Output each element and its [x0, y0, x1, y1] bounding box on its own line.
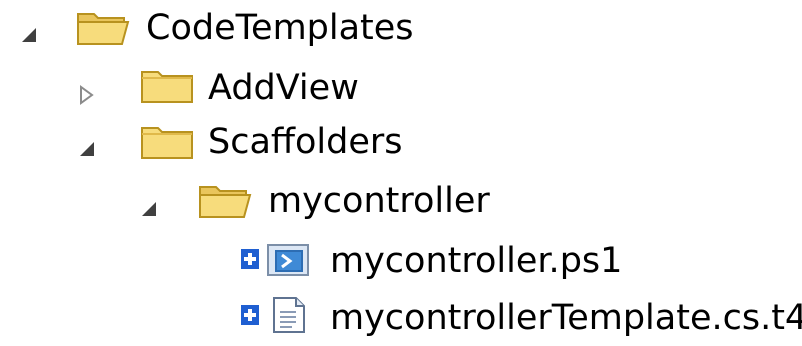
tree-node-label: mycontrollerTemplate.cs.t4 [330, 298, 802, 338]
tree-node-label: mycontroller [268, 181, 490, 221]
expanded-arrow-icon[interactable] [18, 24, 40, 46]
folder-closed-icon [141, 71, 193, 103]
tree-node-label: Scaffolders [208, 122, 403, 162]
collapsed-arrow-icon[interactable] [76, 84, 98, 106]
text-file-icon [273, 297, 305, 333]
source-control-add-icon [241, 305, 259, 325]
folder-open-icon [77, 13, 130, 45]
folder-open-icon [199, 186, 252, 218]
expanded-arrow-icon[interactable] [138, 198, 160, 220]
folder-closed-icon [141, 127, 193, 159]
tree-node-label: CodeTemplates [146, 8, 414, 48]
tree-node-label: mycontroller.ps1 [330, 241, 623, 281]
powershell-file-icon [267, 244, 309, 276]
tree-node-label: AddView [208, 68, 359, 108]
expanded-arrow-icon[interactable] [76, 138, 98, 160]
solution-explorer-tree: CodeTemplates AddView Scaffolders mycont… [0, 0, 802, 339]
source-control-add-icon [241, 249, 259, 269]
